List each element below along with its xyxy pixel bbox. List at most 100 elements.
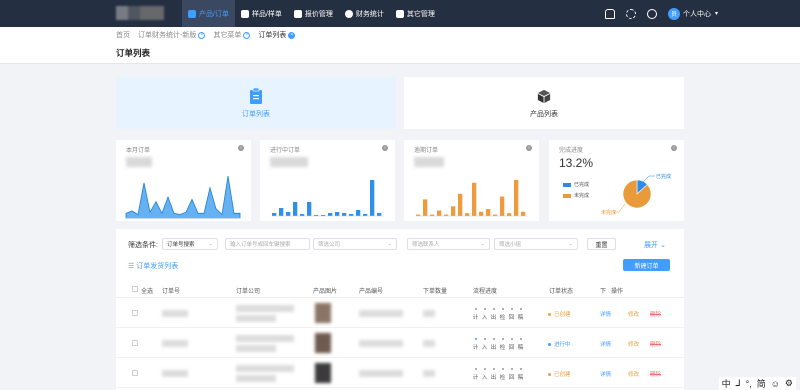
edit-link[interactable]: 修改 [628, 310, 639, 318]
settings-icon[interactable] [625, 8, 636, 19]
process-step[interactable]: 入 [481, 308, 488, 321]
punctuation-toggle[interactable]: °, [746, 379, 752, 389]
row-checkbox[interactable] [132, 370, 138, 376]
bar[interactable] [472, 182, 477, 216]
breadcrumb-current[interactable]: 订单列表 × [258, 30, 296, 40]
detail-link[interactable]: 详情 [600, 370, 611, 378]
bar[interactable] [286, 212, 291, 216]
chevron-down-icon[interactable]: ▾ [715, 10, 718, 17]
user-center-link[interactable]: 个人中心 [683, 9, 711, 19]
process-step[interactable]: 计 [472, 368, 479, 381]
bar[interactable] [437, 210, 442, 217]
bar[interactable] [272, 213, 277, 216]
gear-icon[interactable]: ⚙ [785, 378, 793, 389]
bar[interactable] [328, 213, 333, 216]
bar[interactable] [479, 211, 484, 216]
breadcrumb-finance[interactable]: 订单财务统计-新版 × [138, 30, 206, 40]
keyword-search-input[interactable]: 输入订单号或回车键搜索 [225, 238, 310, 250]
moon-icon[interactable]: ⅃ [736, 378, 741, 389]
new-order-button[interactable]: 新建订单 [623, 259, 670, 271]
bar[interactable] [307, 202, 312, 216]
process-step[interactable]: 回 [508, 338, 515, 351]
nav-item-products[interactable]: 产品/订单 [182, 0, 235, 27]
avatar[interactable]: 员 [667, 7, 680, 20]
search-type-select[interactable]: 订单号搜索 ⌄ [162, 238, 218, 250]
nav-item-samples[interactable]: 样品/样单 [235, 0, 288, 27]
close-icon[interactable]: × [288, 31, 296, 39]
nav-item-finance[interactable]: 财务统计 [339, 0, 390, 27]
tile-order-list[interactable]: 订单列表 [116, 77, 396, 129]
bar[interactable] [486, 209, 491, 216]
bar[interactable] [293, 202, 298, 216]
bar[interactable] [363, 214, 368, 216]
table-row[interactable]: 计入出检回稿 已创建 详情 修改 删除 [116, 359, 684, 388]
product-image[interactable] [315, 363, 331, 383]
ime-mode-toggle[interactable]: 中 [722, 377, 731, 390]
tile-product-list[interactable]: 产品列表 [404, 77, 684, 129]
table-row[interactable]: 计入出检回稿 进行中 详情 修改 删除 [116, 329, 684, 358]
select-all-checkbox[interactable] [132, 286, 138, 292]
bar[interactable] [342, 213, 347, 216]
process-step[interactable]: 出 [490, 308, 497, 321]
row-checkbox[interactable] [132, 340, 138, 346]
bar[interactable] [507, 213, 512, 216]
emoji-icon[interactable]: ☺ [771, 379, 780, 389]
nav-item-quotes[interactable]: 报价管理 [288, 0, 339, 27]
row-checkbox[interactable] [132, 310, 138, 316]
edit-link[interactable]: 修改 [628, 340, 639, 348]
process-step[interactable]: 稿 [517, 338, 524, 351]
edit-link[interactable]: 修改 [628, 370, 639, 378]
bell-icon[interactable] [604, 8, 615, 19]
contact-filter-select[interactable]: 筛选联系人 ⌄ [407, 238, 490, 250]
delete-link[interactable]: 删除 [650, 310, 661, 318]
delete-link[interactable]: 删除 [650, 370, 661, 378]
process-step[interactable]: 检 [499, 308, 506, 321]
process-step[interactable]: 出 [490, 338, 497, 351]
step-dot [510, 368, 513, 370]
process-step[interactable]: 稿 [517, 308, 524, 321]
bar[interactable] [521, 211, 526, 216]
breadcrumb-other[interactable]: 其它菜单 × [213, 30, 251, 40]
detail-link[interactable]: 详情 [600, 340, 611, 348]
bar[interactable] [377, 213, 382, 216]
process-step[interactable]: 检 [499, 338, 506, 351]
bar[interactable] [423, 199, 428, 216]
process-step[interactable]: 计 [472, 308, 479, 321]
process-step[interactable]: 回 [508, 368, 515, 381]
process-step[interactable]: 出 [490, 368, 497, 381]
bar[interactable] [356, 210, 361, 216]
close-icon[interactable]: × [198, 31, 206, 39]
group-filter-select[interactable]: 筛选小组 ⌄ [494, 238, 578, 250]
table-row[interactable]: 计入出检回稿 已创建 详情 修改 删除 [116, 299, 684, 328]
bar[interactable] [451, 206, 456, 216]
shipping-list-link[interactable]: ☰ 订单发货列表 [128, 261, 178, 271]
bar[interactable] [279, 208, 284, 216]
process-step[interactable]: 入 [481, 368, 488, 381]
process-step[interactable]: 计 [472, 338, 479, 351]
close-icon[interactable]: × [243, 31, 251, 39]
nav-item-other[interactable]: 其它管理 [390, 0, 441, 27]
company-logo[interactable] [116, 6, 164, 20]
bar[interactable] [300, 214, 305, 216]
company-filter-select[interactable]: 筛选公司 ⌄ [313, 238, 397, 250]
process-step[interactable]: 检 [499, 368, 506, 381]
simplified-toggle[interactable]: 简 [757, 377, 766, 390]
product-image[interactable] [315, 333, 331, 353]
product-image[interactable] [315, 303, 331, 323]
expand-filter-toggle[interactable]: 展开 ⌄ [644, 240, 666, 250]
bar[interactable] [514, 180, 519, 216]
process-step[interactable]: 入 [481, 338, 488, 351]
bar[interactable] [370, 180, 375, 216]
bar[interactable] [500, 196, 505, 216]
breadcrumb-home[interactable]: 首页 [116, 30, 130, 40]
bar[interactable] [465, 213, 470, 216]
bar[interactable] [335, 212, 340, 216]
reset-button[interactable]: 重置 [587, 238, 616, 250]
delete-link[interactable]: 删除 [650, 340, 661, 348]
process-step[interactable]: 稿 [517, 368, 524, 381]
process-step[interactable]: 回 [508, 308, 515, 321]
fullscreen-icon[interactable] [646, 8, 657, 19]
bar[interactable] [458, 193, 463, 216]
detail-link[interactable]: 详情 [600, 310, 611, 318]
bar[interactable] [349, 214, 354, 216]
